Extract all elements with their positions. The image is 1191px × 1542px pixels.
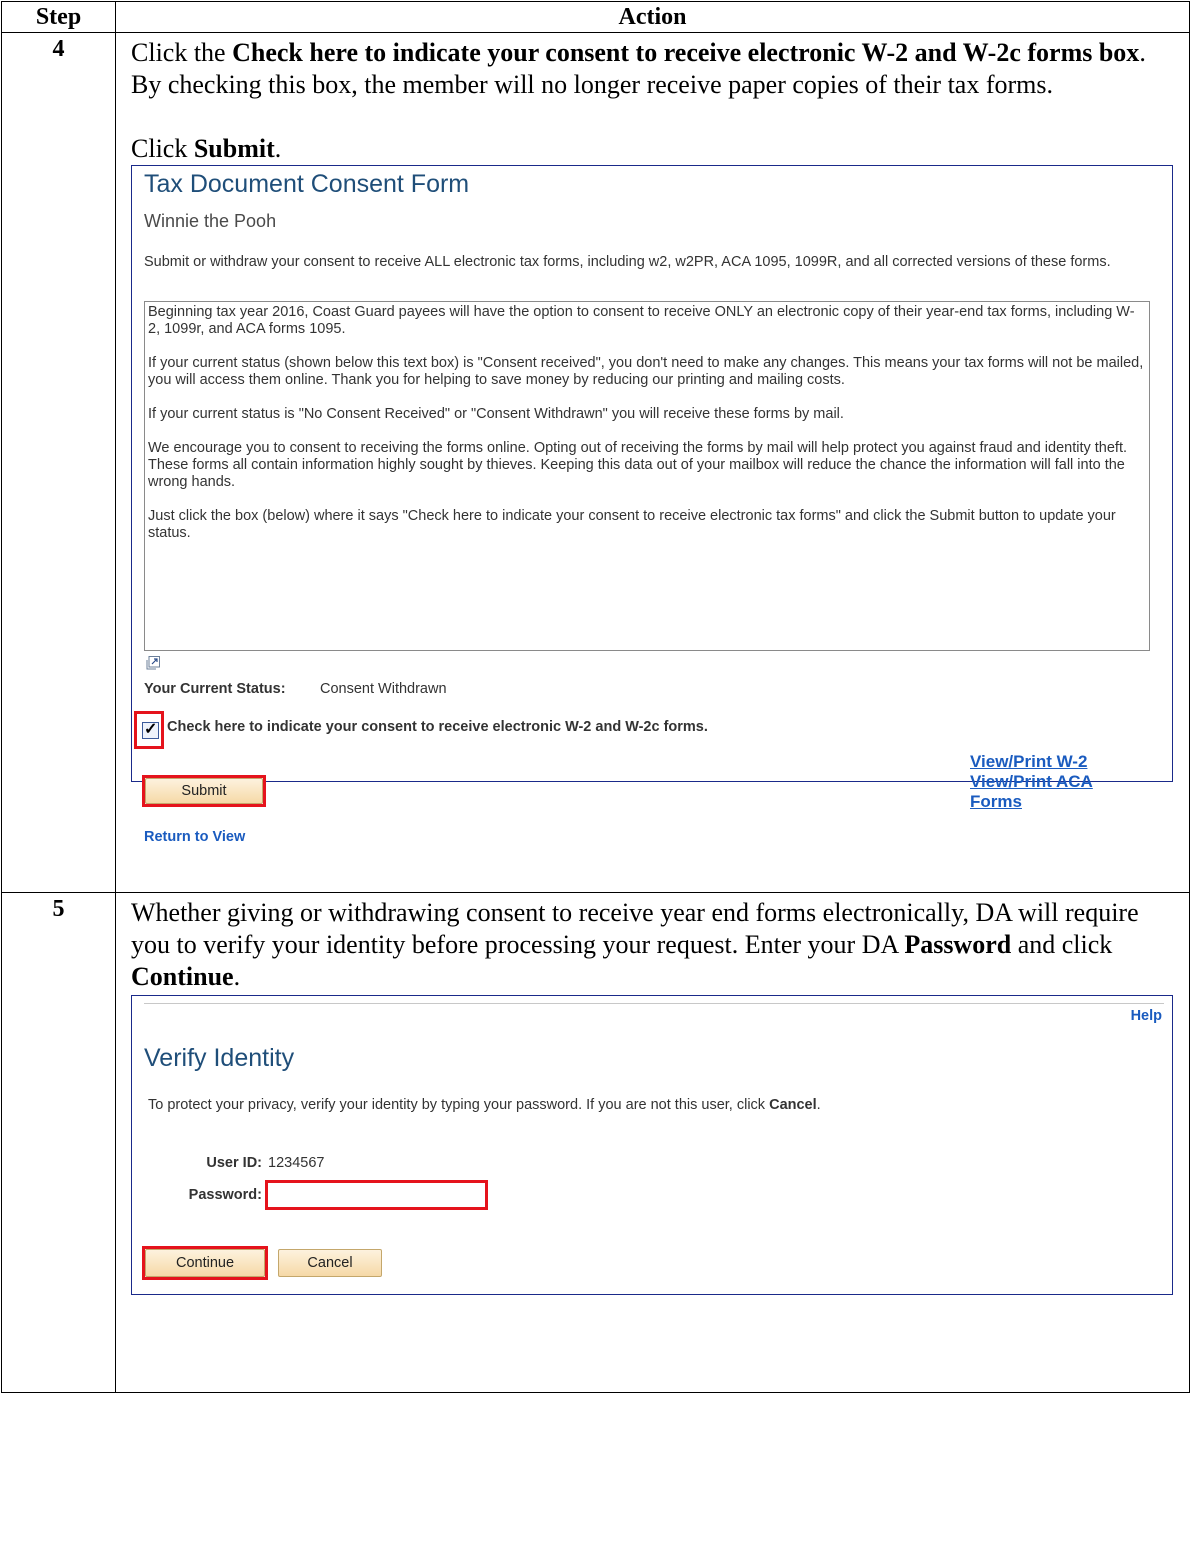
checkmark-icon: ✓ [144,721,158,738]
bold-term: Check here to indicate your consent to r… [232,38,1140,67]
consent-checkbox[interactable]: ✓ [142,721,159,739]
table-row: 5 Whether giving or withdrawing consent … [1,892,1190,1393]
bold-term: Submit [193,134,275,163]
expand-icon[interactable] [146,656,160,670]
info-paragraph: If your current status is "No Consent Re… [148,406,844,422]
step-instruction: Click Submit. [131,134,282,163]
action-cell: Whether giving or withdrawing consent to… [115,892,1190,1393]
submit-highlight [142,775,266,807]
password-input[interactable] [265,1180,488,1210]
info-paragraph: Beginning tax year 2016, Coast Guard pay… [148,304,1135,337]
info-paragraph: Just click the box (below) where it says… [148,508,1116,541]
info-paragraph: We encourage you to consent to receiving… [148,440,1128,490]
step-number: 5 [1,892,116,1393]
consent-form-screenshot: Tax Document Consent Form Winnie the Poo… [131,165,1173,845]
step-column-header: Step [1,1,116,33]
page-title: Verify Identity [144,1044,295,1072]
intro-text: Submit or withdraw your consent to recei… [144,254,1111,270]
verify-identity-screenshot: Help Verify Identity To protect your pri… [131,995,1173,1295]
action-column-header: Action [115,1,1190,33]
table-header-row: Step Action [1,1,1190,33]
password-label: Password: [188,1187,262,1203]
current-status-label: Your Current Status: [144,681,286,697]
page-title: Tax Document Consent Form [144,170,470,198]
print-links: View/Print W-2 View/Print ACA Forms [970,752,1170,812]
current-status-value: Consent Withdrawn [320,681,447,697]
divider [144,1003,1164,1004]
consent-checkbox-label[interactable]: Check here to indicate your consent to r… [167,719,708,735]
return-to-view-link[interactable]: Return to View [144,829,245,845]
bold-term: Password [904,930,1012,959]
user-id-label: User ID: [206,1155,262,1171]
user-name: Winnie the Pooh [144,211,277,231]
procedure-table: Step Action 4 Click the Check here to in… [1,1,1190,1393]
info-paragraph: If your current status (shown below this… [148,355,1144,388]
table-row: 4 Click the Check here to indicate your … [1,32,1190,893]
step-instruction: Whether giving or withdrawing consent to… [131,898,1139,991]
view-print-aca-link[interactable]: View/Print ACA Forms [970,772,1170,812]
bold-term: Continue [131,962,234,991]
consent-info-textbox[interactable]: Beginning tax year 2016, Coast Guard pay… [144,301,1150,651]
view-print-w2-link[interactable]: View/Print W-2 [970,752,1170,772]
step-instruction: Click the Check here to indicate your co… [131,38,1146,99]
step-number: 4 [1,32,116,893]
help-link[interactable]: Help [1131,1008,1162,1024]
verify-instructions: To protect your privacy, verify your ide… [148,1097,821,1113]
user-id-value: 1234567 [268,1155,325,1171]
cancel-button[interactable]: Cancel [278,1249,382,1277]
action-cell: Click the Check here to indicate your co… [115,32,1190,893]
continue-highlight [142,1246,268,1280]
